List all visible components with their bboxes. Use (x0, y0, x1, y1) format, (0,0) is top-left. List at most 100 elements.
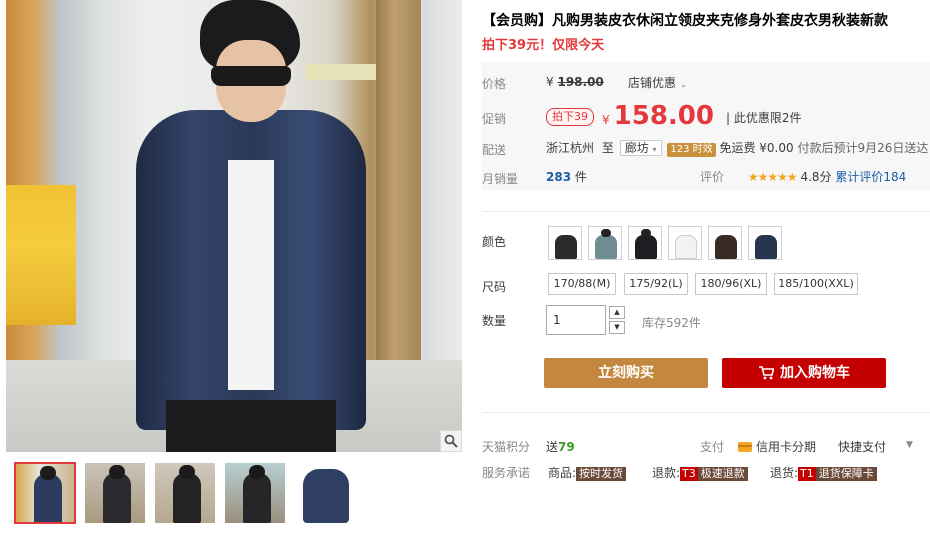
size-option-2[interactable]: 175/92(L) (624, 273, 688, 295)
color-swatch-6[interactable] (748, 226, 782, 260)
ship-from: 浙江杭州 (546, 141, 595, 155)
shop-discount-dropdown[interactable]: 店铺优惠 ⌄ (628, 74, 687, 91)
return-label: 退货: (770, 466, 799, 480)
divider (482, 412, 930, 413)
color-swatch-5[interactable] (708, 226, 742, 260)
shipping-info: 浙江杭州 至 廊坊 ▾ 123 时效 免运费 ¥0.00 付款后预计9月26日送… (546, 139, 928, 157)
thumbnail-3[interactable] (154, 462, 216, 524)
swatch-jacket (715, 235, 737, 259)
swatch-jacket (595, 235, 617, 259)
color-swatch-3[interactable] (628, 226, 662, 260)
quantity-increase-button[interactable]: ▲ (609, 306, 625, 319)
size-option-4[interactable]: 185/100(XXL) (774, 273, 858, 295)
promo-label: 促销 (482, 112, 507, 126)
credit-installment[interactable]: 信用卡分期 (738, 438, 816, 455)
swatch-jacket (555, 235, 577, 259)
destination-city: 廊坊 (624, 141, 649, 155)
rating-summary: 评价 ★★★★★ 4.8分 累计评价184 (700, 168, 906, 185)
return-code-badge: T1 (798, 467, 816, 481)
thumbnail-4[interactable] (224, 462, 286, 524)
color-label: 颜色 (482, 235, 507, 249)
monthly-sales-label: 月销量 (482, 172, 519, 186)
ship-to-word: 至 (601, 141, 614, 155)
service-promise-label: 服务承诺 (482, 466, 531, 480)
quantity-input[interactable]: 1 (546, 305, 606, 335)
swatch-head (641, 229, 651, 237)
stock-count: 库存592件 (642, 316, 701, 330)
thumbnail-head (40, 466, 56, 480)
currency-symbol: ¥ (602, 113, 610, 127)
divider (482, 211, 930, 212)
return-guarantee-badge[interactable]: 退货保障卡 (815, 467, 877, 481)
sunglasses (211, 66, 291, 86)
star-rating-icon: ★★★★★ (747, 170, 798, 184)
shop-discount-label: 店铺优惠 (628, 76, 677, 90)
promise-goods: 商品: 按时发货 (548, 464, 627, 481)
tmall-points-label: 天猫积分 (482, 440, 531, 454)
quick-pay[interactable]: 快捷支付 (838, 438, 886, 455)
price-label: 价格 (482, 77, 507, 91)
thumbnail-figure (103, 473, 131, 523)
current-price-value: 158.00 (613, 101, 714, 131)
promo-tag: 拍下39 (546, 108, 594, 126)
size-label: 尺码 (482, 280, 507, 294)
on-time-delivery-badge[interactable]: 按时发货 (576, 467, 627, 481)
swatch-jacket (675, 235, 697, 259)
quantity-label: 数量 (482, 314, 507, 328)
thumbnail-head (109, 465, 125, 479)
discount-note: | 此优惠限2件 (726, 111, 802, 125)
delivery-time-badge: 123 时效 (667, 143, 716, 157)
main-product-photo[interactable] (6, 0, 462, 452)
current-price: ¥158.00 (602, 101, 714, 131)
shipping-label: 配送 (482, 143, 507, 157)
destination-city-select[interactable]: 廊坊 ▾ (619, 140, 662, 156)
chevron-down-icon[interactable]: ▼ (906, 440, 913, 450)
cumulative-reviews-link[interactable]: 累计评价184 (835, 170, 906, 184)
swatch-jacket (755, 235, 777, 259)
credit-installment-label: 信用卡分期 (756, 440, 817, 454)
color-swatch-2[interactable] (588, 226, 622, 260)
points-value: 79 (558, 440, 575, 454)
thumbnail-figure (303, 469, 349, 523)
thumbnail-figure (34, 474, 62, 522)
thumbnail-5[interactable] (294, 462, 356, 524)
quantity-decrease-button[interactable]: ▼ (609, 321, 625, 334)
swatch-head (601, 229, 611, 237)
promise-refund: 退款: T3 极速退款 (652, 464, 748, 481)
chevron-down-icon: ▾ (652, 145, 657, 154)
color-swatch-1[interactable] (548, 226, 582, 260)
thumbnail-head (249, 465, 265, 479)
product-title: 【会员购】凡购男装皮衣休闲立领皮夹克修身外套皮衣男秋装新款 (482, 13, 888, 29)
thumbnail-1[interactable] (14, 462, 76, 524)
add-to-cart-button[interactable]: 加入购物车 (722, 358, 886, 388)
monthly-sales-unit: 件 (574, 170, 587, 184)
refund-code-badge: T3 (680, 467, 698, 481)
promise-return: 退货: T1 退货保障卡 (770, 464, 877, 481)
white-shirt (228, 160, 274, 390)
delivery-eta: 付款后预计9月26日送达 (797, 141, 929, 155)
black-pants (166, 400, 336, 452)
size-option-3[interactable]: 180/96(XL) (695, 273, 767, 295)
credit-card-icon (738, 442, 752, 452)
promo-text: 拍下39元！仅限今天 (482, 38, 605, 53)
payment-label: 支付 (700, 440, 725, 454)
monthly-sales-count: 283 (546, 170, 572, 184)
goods-label: 商品: (548, 466, 577, 480)
buy-now-button[interactable]: 立刻购买 (544, 358, 708, 388)
currency-symbol: ¥ (546, 75, 554, 89)
size-option-1[interactable]: 170/88(M) (548, 273, 616, 295)
points-prefix: 送 (546, 440, 559, 454)
original-price-value: 198.00 (557, 75, 604, 89)
magnifier-icon[interactable] (440, 430, 462, 452)
model-figure (136, 0, 366, 452)
color-swatch-4[interactable] (668, 226, 702, 260)
cart-icon (759, 366, 775, 380)
rating-score: 4.8分 (800, 170, 832, 184)
fast-refund-badge[interactable]: 极速退款 (697, 467, 748, 481)
monthly-sales: 283 件 (546, 168, 587, 185)
rating-label: 评价 (700, 170, 725, 184)
thumbnail-head (179, 465, 195, 479)
thumbnail-figure (243, 473, 271, 523)
tmall-points: 送79 (546, 438, 575, 455)
thumbnail-2[interactable] (84, 462, 146, 524)
